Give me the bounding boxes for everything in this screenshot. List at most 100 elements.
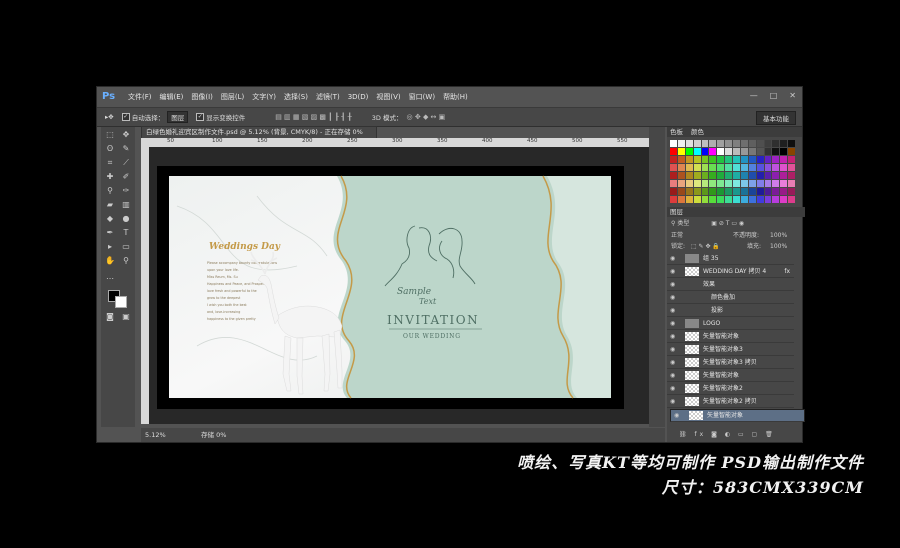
color-swatch[interactable]: [725, 180, 732, 187]
layer-row[interactable]: ◉ 矢量智能对象3: [667, 344, 794, 356]
menu-window[interactable]: 窗口(W): [405, 92, 439, 102]
crop-tool-icon[interactable]: ⌗: [103, 157, 117, 169]
restore-button[interactable]: □: [770, 91, 778, 100]
shape-tool-icon[interactable]: ▭: [119, 241, 133, 253]
color-swatch[interactable]: [693, 164, 701, 171]
color-swatch[interactable]: [748, 156, 756, 163]
color-swatch[interactable]: [748, 164, 756, 171]
color-swatch[interactable]: [717, 180, 725, 187]
layer-row[interactable]: ◉ 矢量智能对象: [670, 409, 805, 422]
eyedropper-tool-icon[interactable]: ⟋: [119, 157, 133, 169]
color-swatch[interactable]: [685, 172, 693, 179]
color-swatch[interactable]: [756, 140, 764, 147]
3d-mode-icons[interactable]: ◎ ✥ ◆ ↔ ▣: [407, 113, 446, 121]
eye-icon[interactable]: ◉: [670, 396, 675, 407]
layer-filter-kind[interactable]: 类型: [677, 220, 689, 227]
screen-mode-icon[interactable]: ▣: [119, 311, 133, 323]
color-swatch[interactable]: [709, 164, 717, 171]
color-swatch[interactable]: [677, 172, 685, 179]
blur-tool-icon[interactable]: ◆: [103, 213, 117, 225]
color-swatch[interactable]: [670, 180, 677, 187]
color-swatch[interactable]: [677, 188, 685, 195]
color-swatch[interactable]: [756, 188, 764, 195]
layer-row[interactable]: ◉ 组 35: [667, 253, 794, 265]
color-swatch[interactable]: [725, 188, 732, 195]
color-swatch[interactable]: [740, 188, 748, 195]
color-swatch[interactable]: [670, 156, 677, 163]
color-swatch[interactable]: [717, 156, 725, 163]
healing-tool-icon[interactable]: ✚: [103, 171, 117, 183]
color-swatch[interactable]: [677, 164, 685, 171]
color-swatch[interactable]: [701, 140, 709, 147]
color-swatch[interactable]: [772, 188, 780, 195]
menu-type[interactable]: 文字(Y): [248, 92, 280, 102]
pen-tool-icon[interactable]: ✒: [103, 227, 117, 239]
color-swatch[interactable]: [756, 164, 764, 171]
color-swatch[interactable]: [701, 156, 709, 163]
eye-icon[interactable]: ◉: [670, 279, 675, 290]
color-swatch[interactable]: [670, 188, 677, 195]
eye-icon[interactable]: ◉: [670, 370, 675, 381]
color-swatch[interactable]: [725, 172, 732, 179]
color-swatch[interactable]: [780, 148, 788, 155]
color-swatch[interactable]: [701, 148, 709, 155]
color-swatch[interactable]: [677, 180, 685, 187]
color-swatch[interactable]: [677, 156, 685, 163]
color-swatch[interactable]: [717, 148, 725, 155]
menu-edit[interactable]: 编辑(E): [156, 92, 188, 102]
color-swatch[interactable]: [756, 180, 764, 187]
background-color[interactable]: [115, 296, 127, 308]
color-swatch[interactable]: [764, 156, 772, 163]
color-swatch[interactable]: [709, 196, 717, 203]
more-tools-icon[interactable]: ⋯: [103, 273, 117, 285]
eye-icon[interactable]: ◉: [670, 383, 675, 394]
layer-row[interactable]: ◉ 矢量智能对象2 拷贝: [667, 396, 794, 408]
tab-swatches[interactable]: 色板: [670, 128, 683, 136]
color-swatch[interactable]: [748, 180, 756, 187]
tab-color[interactable]: 颜色: [691, 128, 704, 136]
color-swatch[interactable]: [709, 148, 717, 155]
menu-filter[interactable]: 滤镜(T): [312, 92, 344, 102]
color-swatch[interactable]: [717, 164, 725, 171]
color-swatch[interactable]: [717, 196, 725, 203]
color-swatch[interactable]: [764, 196, 772, 203]
color-swatch[interactable]: [788, 196, 795, 203]
eraser-tool-icon[interactable]: ▰: [103, 199, 117, 211]
color-swatch[interactable]: [733, 148, 740, 155]
eye-icon[interactable]: ◉: [670, 357, 675, 368]
color-swatch[interactable]: [733, 140, 740, 147]
color-swatch[interactable]: [788, 148, 795, 155]
quick-mask-icon[interactable]: ◙: [103, 311, 117, 323]
stamp-tool-icon[interactable]: ⚲: [103, 185, 117, 197]
eye-icon[interactable]: ◉: [670, 266, 675, 277]
color-swatch[interactable]: [764, 148, 772, 155]
menu-image[interactable]: 图像(I): [187, 92, 217, 102]
color-swatch[interactable]: [788, 188, 795, 195]
color-swatch[interactable]: [677, 148, 685, 155]
color-swatch[interactable]: [764, 164, 772, 171]
menu-help[interactable]: 帮助(H): [439, 92, 472, 102]
color-swatch[interactable]: [670, 148, 677, 155]
menu-file[interactable]: 文件(F): [124, 92, 156, 102]
layer-row[interactable]: ◉ LOGO: [667, 318, 794, 330]
blend-mode-dropdown[interactable]: 正常: [671, 232, 683, 239]
auto-select-dropdown[interactable]: 图层: [167, 111, 189, 123]
color-swatch[interactable]: [780, 156, 788, 163]
color-swatch[interactable]: [780, 172, 788, 179]
color-swatch[interactable]: [780, 188, 788, 195]
color-swatch[interactable]: [725, 140, 732, 147]
color-swatch[interactable]: [677, 140, 685, 147]
color-swatch[interactable]: [717, 140, 725, 147]
path-select-icon[interactable]: ▸: [103, 241, 117, 253]
eye-icon[interactable]: ◉: [670, 305, 675, 316]
color-swatch[interactable]: [733, 172, 740, 179]
eye-icon[interactable]: ◉: [670, 253, 675, 264]
color-swatch[interactable]: [717, 172, 725, 179]
swatch-grid[interactable]: [670, 140, 795, 203]
layer-row[interactable]: ◉ 效果: [667, 279, 794, 291]
color-swatch[interactable]: [725, 196, 732, 203]
color-swatch[interactable]: [733, 164, 740, 171]
color-swatch[interactable]: [701, 196, 709, 203]
color-swatch[interactable]: [709, 188, 717, 195]
color-swatch[interactable]: [685, 196, 693, 203]
